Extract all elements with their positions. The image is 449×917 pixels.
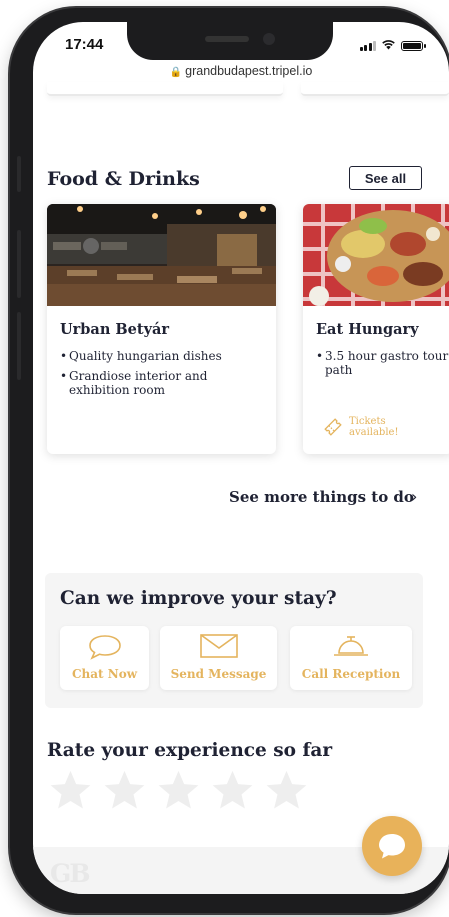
card-title: Eat Hungary [316, 321, 419, 338]
star-icon[interactable] [263, 768, 310, 813]
chat-now-label: Chat Now [71, 667, 138, 681]
volume-down-button [17, 312, 21, 380]
phone-screen: 17:44 🔒 grandbudapest.tripel.io Food & Dr… [33, 22, 449, 894]
call-reception-label: Call Reception [301, 667, 401, 681]
card-bullet-list: 3.5 hour gastro tour path [316, 349, 449, 383]
card-bullet: Grandiose interior and exhibition room [60, 369, 265, 397]
rate-title: Rate your experience so far [47, 740, 333, 761]
notch [127, 22, 333, 60]
card-bullet-list: Quality hungarian dishes Grandiose inter… [60, 349, 265, 403]
ticket-icon [324, 418, 342, 436]
chat-bubble-icon [379, 834, 405, 859]
previous-card[interactable] [47, 82, 283, 96]
star-rating[interactable] [47, 768, 310, 813]
wifi-icon [381, 39, 396, 52]
status-icons [359, 39, 426, 52]
card-bullet: 3.5 hour gastro tour path [316, 349, 449, 377]
footer-logo: GB [50, 859, 91, 888]
previous-card[interactable] [301, 82, 449, 96]
tickets-text: Tickets available! [349, 416, 399, 438]
reception-bell-icon [334, 636, 368, 656]
speaker-grille [205, 36, 249, 42]
see-all-button[interactable]: See all [349, 166, 422, 190]
card-bullet: Quality hungarian dishes [60, 349, 265, 363]
improve-stay-panel: Can we improve your stay? Chat Now Send … [45, 573, 423, 708]
star-icon[interactable] [47, 768, 94, 813]
star-icon[interactable] [209, 768, 256, 813]
send-message-button[interactable]: Send Message [160, 626, 277, 690]
mute-switch [17, 156, 21, 192]
signal-icon [359, 40, 376, 51]
call-reception-button[interactable]: Call Reception [290, 626, 412, 690]
envelope-icon [199, 634, 238, 658]
food-image [303, 204, 449, 306]
volume-up-button [17, 230, 21, 298]
chat-bubble-icon [88, 635, 121, 660]
star-icon[interactable] [101, 768, 148, 813]
chat-fab-button[interactable] [362, 816, 422, 876]
send-message-label: Send Message [170, 667, 267, 681]
star-icon[interactable] [155, 768, 202, 813]
lock-icon: 🔒 [169, 67, 183, 78]
chevron-right-icon[interactable]: › [411, 487, 417, 506]
chat-now-button[interactable]: Chat Now [60, 626, 149, 690]
card-title: Urban Betyár [60, 321, 170, 338]
front-camera [263, 33, 275, 45]
url-text: grandbudapest.tripel.io [185, 64, 313, 78]
restaurant-card-eat-hungary[interactable]: Eat Hungary 3.5 hour gastro tour path Ti… [303, 204, 449, 454]
battery-icon [401, 40, 426, 51]
section-title: Food & Drinks [47, 168, 200, 190]
status-time: 17:44 [65, 36, 104, 53]
tickets-badge: Tickets available! [323, 416, 409, 438]
improve-title: Can we improve your stay? [60, 588, 337, 609]
address-bar[interactable]: 🔒 grandbudapest.tripel.io [33, 64, 449, 78]
restaurant-card-urban-betyar[interactable]: Urban Betyár Quality hungarian dishes Gr… [47, 204, 276, 454]
restaurant-image [47, 204, 276, 306]
see-more-link[interactable]: See more things to do [229, 488, 414, 506]
